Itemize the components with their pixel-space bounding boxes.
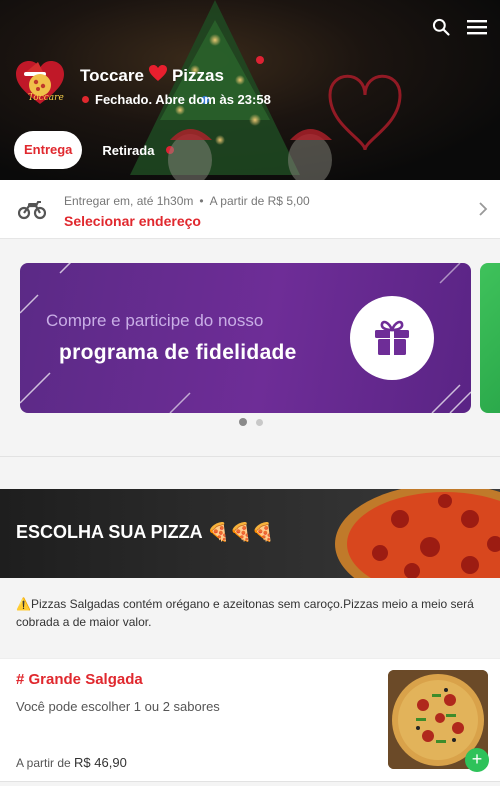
banner-line1: Compre e participe do nosso — [46, 311, 264, 330]
menu-icon[interactable] — [466, 16, 488, 38]
product-price-prefix: A partir de — [16, 756, 71, 770]
gift-icon — [350, 296, 434, 380]
category-title: ESCOLHA SUA PIZZA 🍕🍕🍕 — [16, 522, 274, 543]
delivery-min-price: A partir de R$ 5,00 — [209, 194, 310, 208]
banner-line2: programa de fidelidade — [59, 341, 297, 364]
tab-retirada[interactable]: Retirada — [102, 143, 154, 158]
store-logo: Toccare — [14, 58, 66, 106]
search-icon[interactable] — [430, 16, 452, 38]
store-name-part1: Toccare — [80, 65, 144, 85]
section-divider — [0, 456, 500, 457]
app-screen: Toccare Toccare Pizzas Fechado. Abre dom… — [0, 0, 500, 786]
carousel-dot-2[interactable] — [256, 418, 263, 426]
next-banner-preview[interactable] — [480, 263, 500, 413]
delivery-address-bar[interactable]: Entregar em, até 1h30m • A partir de R$ 5,… — [0, 180, 500, 239]
delivery-info: Entregar em, até 1h30m • A partir de R$ 5,… — [64, 194, 310, 208]
delivery-separator: • — [199, 194, 204, 208]
add-to-cart-button[interactable]: + — [465, 748, 489, 772]
delivery-eta: Entregar em, até 1h30m — [64, 194, 194, 208]
carousel-dot-1[interactable] — [239, 418, 247, 426]
category-title-text: ESCOLHA SUA PIZZA — [16, 522, 203, 542]
store-status: Fechado. Abre dom às 23:58 — [82, 92, 271, 107]
store-name: Toccare Pizzas — [80, 64, 224, 87]
menu-notice: ⚠️Pizzas Salgadas contém orégano e azeit… — [16, 597, 474, 629]
store-header: Toccare Toccare Pizzas Fechado. Abre dom… — [0, 0, 500, 180]
product-name: # Grande Salgada — [16, 671, 143, 688]
tab-entrega[interactable]: Entrega — [14, 131, 83, 169]
motorcycle-icon — [17, 198, 47, 225]
product-price: R$ 46,90 — [74, 755, 127, 770]
header-actions — [430, 16, 488, 38]
status-dot — [82, 96, 89, 103]
store-name-part2: Pizzas — [171, 65, 224, 85]
product-description: Você pode escolher 1 ou 2 sabores — [16, 699, 220, 714]
pizza-emojis: 🍕🍕🍕 — [207, 522, 275, 542]
category-banner: ESCOLHA SUA PIZZA 🍕🍕🍕 — [0, 489, 500, 578]
status-text: Fechado. Abre dom às 23:58 — [95, 92, 271, 107]
product-price-line: A partir de R$ 46,90 — [16, 755, 127, 770]
product-card[interactable]: # Grande Salgada Você pode escolher 1 ou… — [0, 658, 500, 782]
chevron-right-icon — [478, 202, 488, 221]
select-address-link[interactable]: Selecionar endereço — [64, 213, 201, 229]
carousel-dots — [239, 418, 263, 426]
heart-icon — [148, 64, 168, 87]
loyalty-banner[interactable]: Compre e participe do nosso programa de … — [20, 263, 471, 413]
svg-text:Toccare: Toccare — [28, 93, 64, 103]
order-mode-tabs: Entrega Retirada — [14, 131, 154, 169]
